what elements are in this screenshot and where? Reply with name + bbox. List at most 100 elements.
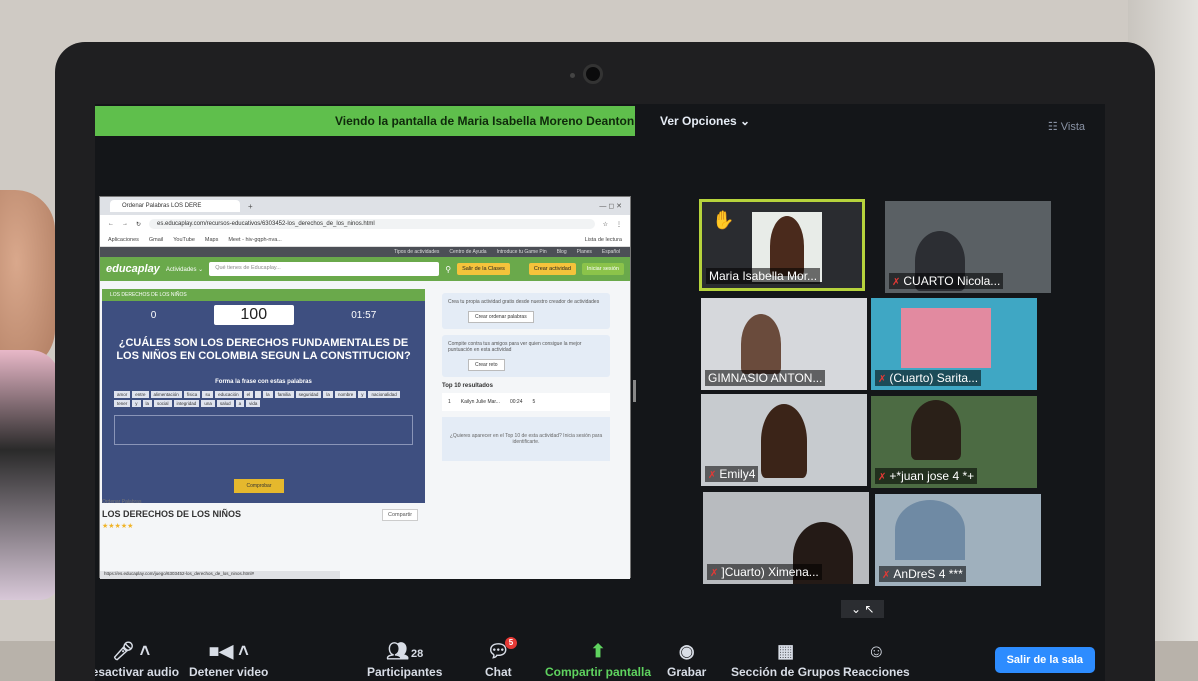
word-chip[interactable]: nombre	[334, 391, 357, 399]
participants-count: 28	[410, 648, 424, 660]
word-chip[interactable]: física	[183, 391, 201, 399]
word-chip[interactable]: integridad	[173, 400, 200, 408]
top-link[interactable]: Introduce tu Game Pin	[497, 249, 547, 255]
top-link[interactable]: Blog	[557, 249, 567, 255]
exit-classes-button[interactable]: Salir de la Clases	[457, 263, 510, 275]
word-chip[interactable]: a	[235, 400, 245, 408]
video-tile[interactable]: ✗ +*juan jose 4 *+	[871, 396, 1037, 488]
game-header: LOS DERECHOS DE LOS NIÑOS	[102, 289, 425, 301]
login-button[interactable]: Iniciar sesión	[581, 263, 624, 275]
video-tile[interactable]: ✗ Emily4	[701, 394, 867, 486]
word-chip[interactable]: familia	[274, 391, 294, 399]
word-chip[interactable]: entre	[132, 391, 149, 399]
word-chip[interactable]: tener	[114, 400, 131, 408]
word-chip[interactable]: social	[154, 400, 172, 408]
participant-name: GIMNASIO ANTON...	[705, 370, 826, 386]
leaderboard-time: 00:24	[509, 399, 523, 405]
word-chip[interactable]: una	[201, 400, 215, 408]
bookmark-maps[interactable]: Maps	[205, 237, 218, 243]
video-tile[interactable]: ✗ CUARTO Nicola...	[885, 201, 1051, 293]
top-link[interactable]: Tipos de actividades	[394, 249, 439, 255]
share-activity-button[interactable]: Compartir	[382, 509, 419, 521]
site-nav: educaplay Actividades ⌄ Qué tienes de Ed…	[100, 257, 630, 281]
leave-meeting-button[interactable]: Salir de la sala	[994, 647, 1095, 673]
word-chip[interactable]: y	[132, 400, 141, 408]
word-chip[interactable]: la	[263, 391, 273, 399]
check-button[interactable]: Comprobar	[234, 479, 284, 493]
site-search-input[interactable]: Qué tienes de Educaplay...	[209, 262, 440, 276]
breakout-rooms-button[interactable]: ▦ Sección de Grupos	[731, 641, 840, 679]
bookmark-youtube[interactable]: YouTube	[173, 237, 195, 243]
game-panel: LOS DERECHOS DE LOS NIÑOS 0 100 01:57 ¿C…	[102, 289, 425, 503]
video-tile[interactable]: ✋ Maria Isabella Mor...	[699, 199, 865, 291]
answer-area[interactable]	[114, 415, 413, 446]
split-divider-handle[interactable]	[633, 380, 636, 402]
rating-stars[interactable]: ★★★★★	[102, 522, 133, 530]
muted-mic-icon: ✗	[878, 472, 887, 483]
address-bar-row: ← → ↻ es.educaplay.com/recursos-educativ…	[100, 215, 630, 233]
word-chip[interactable]: alimentación	[150, 391, 182, 399]
participant-name-tag: ✗ +*juan jose 4 *+	[875, 468, 978, 484]
educaplay-page: Tipos de actividades Centro de Ayuda Int…	[100, 247, 630, 579]
reading-list[interactable]: Lista de lectura	[585, 237, 622, 243]
create-activity-button[interactable]: Crear actividad	[528, 263, 576, 275]
reload-icon[interactable]: ↻	[136, 221, 141, 228]
word-chip[interactable]: la	[323, 391, 333, 399]
word-chip[interactable]: amor	[114, 391, 131, 399]
mute-button[interactable]: 🎤︎ ˄ Desactivar audio	[95, 641, 179, 679]
bookmark-gmail[interactable]: Gmail	[149, 237, 163, 243]
word-chip[interactable]: vida	[246, 400, 261, 408]
reactions-button[interactable]: ☺ Reacciones	[843, 641, 910, 679]
word-chip[interactable]: la	[142, 400, 153, 408]
top-link[interactable]: Español	[602, 249, 620, 255]
create-word-order-button[interactable]: Crear ordenar palabras	[468, 311, 534, 323]
challenge-card: Compite contra tus amigos para ver quien…	[442, 335, 610, 377]
browser-tab[interactable]: Ordenar Palabras LOS DERE	[110, 200, 240, 212]
site-top-links: Tipos de actividades Centro de Ayuda Int…	[100, 247, 630, 257]
word-chip[interactable]: seguridad	[295, 391, 322, 399]
word-chip[interactable]: educación	[215, 391, 242, 399]
menu-dots-icon[interactable]: ⋮	[616, 221, 622, 228]
word-chip[interactable]: su	[202, 391, 214, 399]
view-mode-button[interactable]: ☷ Vista	[1048, 120, 1085, 133]
participant-name: Emily4	[719, 467, 756, 481]
chat-button[interactable]: 💬︎ 5 Chat	[485, 637, 517, 679]
video-tile[interactable]: GIMNASIO ANTON...	[701, 298, 867, 390]
participants-button[interactable]: 👥︎ 28 Participantes	[367, 641, 442, 679]
top-link[interactable]: Centro de Ayuda	[449, 249, 486, 255]
video-button[interactable]: ■◀ ˄ Detener video	[189, 641, 268, 679]
search-icon[interactable]: ⚲	[445, 265, 451, 274]
activities-menu[interactable]: Actividades ⌄	[166, 266, 203, 273]
record-button[interactable]: ◉ Grabar	[667, 641, 706, 679]
mute-label: Desactivar audio	[95, 665, 180, 679]
url-input[interactable]: es.educaplay.com/recursos-educativos/630…	[149, 219, 595, 229]
more-participants-button[interactable]: ⌄ ↖	[841, 600, 885, 618]
login-invite[interactable]: ¿Quieres aparecer en el Top 10 de esta a…	[442, 417, 610, 461]
create-challenge-button[interactable]: Crear reto	[468, 359, 505, 371]
word-chip[interactable]: y	[358, 391, 367, 399]
educaplay-logo[interactable]: educaplay	[106, 263, 160, 275]
video-tile[interactable]: ✗]Cuarto) Ximena...	[703, 492, 869, 584]
star-icon[interactable]: ☆	[603, 221, 608, 228]
word-chip[interactable]: nacionalidad	[368, 391, 400, 399]
video-tile[interactable]: ✗ (Cuarto) Sarita...	[871, 298, 1037, 390]
word-chip[interactable]	[255, 391, 262, 399]
participant-name: Maria Isabella Mor...	[706, 268, 821, 284]
create-card: Crea tu propia actividad gratis desde nu…	[442, 293, 610, 329]
word-chip[interactable]: salud	[216, 400, 234, 408]
view-mode-label: Vista	[1060, 121, 1085, 133]
bookmark-meet[interactable]: Meet - hiv-gqph-nva...	[228, 237, 282, 243]
muted-mic-icon: ✗	[708, 470, 717, 481]
forward-icon[interactable]: →	[122, 221, 128, 227]
back-icon[interactable]: ←	[108, 221, 114, 227]
leaderboard-score: 5	[532, 399, 536, 405]
leaderboard-rank: 1	[448, 399, 451, 405]
view-options-button[interactable]: Ver Opciones ⌄	[660, 114, 750, 128]
window-controls-icon[interactable]: — ◻ ✕	[599, 202, 622, 210]
word-chip[interactable]: el	[243, 391, 254, 399]
new-tab-icon[interactable]: +	[248, 202, 253, 211]
share-screen-button[interactable]: ⬆ Compartir pantalla	[545, 641, 651, 679]
bookmark-apps[interactable]: Aplicaciones	[108, 237, 139, 243]
top-link[interactable]: Planes	[577, 249, 592, 255]
video-tile[interactable]: ✗ AnDreS 4 ***	[875, 494, 1041, 586]
